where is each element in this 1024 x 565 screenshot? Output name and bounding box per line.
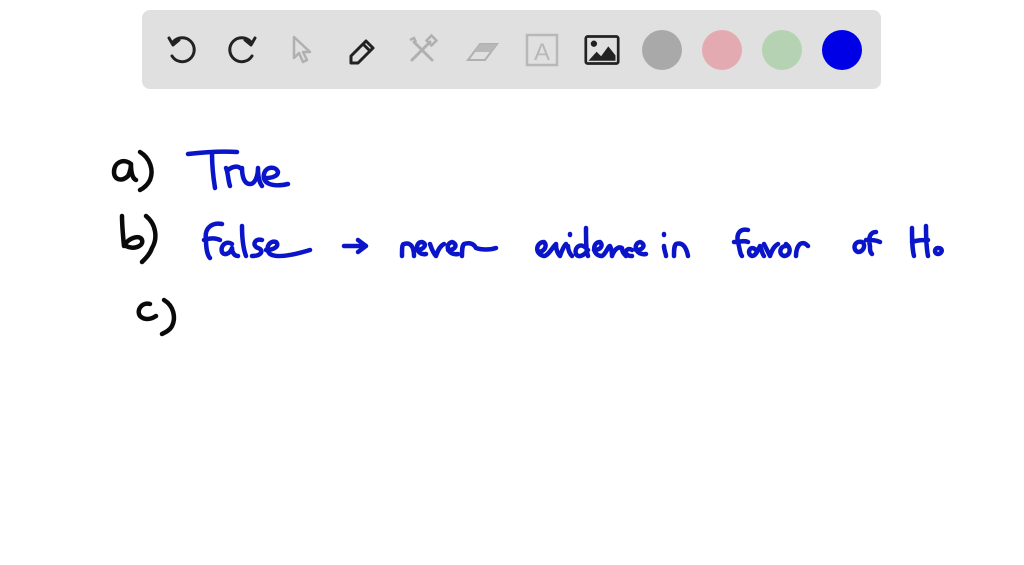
svg-text:A: A	[534, 39, 550, 66]
undo-icon	[167, 36, 196, 64]
color-swatch-green[interactable]	[762, 30, 802, 70]
undo-button[interactable]	[162, 30, 202, 70]
text-box-icon: A	[525, 33, 559, 67]
handwritten-label-c	[136, 297, 177, 337]
text-tool-button[interactable]: A	[522, 30, 562, 70]
drawing-canvas[interactable]: a) True b) False → never evidence in fav…	[0, 100, 1024, 560]
pen-tool-button[interactable]	[342, 30, 382, 70]
color-swatch-pink[interactable]	[702, 30, 742, 70]
handwriting-layer	[111, 149, 944, 337]
select-tool-button[interactable]	[282, 30, 322, 70]
redo-icon	[228, 36, 257, 64]
eraser-icon	[466, 43, 499, 61]
handwritten-answer-a-true	[185, 149, 291, 191]
handwritten-answer-b	[201, 221, 944, 261]
handwritten-label-b	[119, 213, 158, 265]
color-swatch-blue[interactable]	[822, 30, 862, 70]
wrench-hammer-icon	[409, 33, 439, 62]
pointer-icon	[292, 35, 312, 64]
shapes-tool-button[interactable]	[402, 30, 442, 70]
pencil-icon	[349, 39, 375, 65]
drawing-toolbar: A	[142, 10, 881, 89]
redo-button[interactable]	[222, 30, 262, 70]
insert-image-button[interactable]	[582, 30, 622, 70]
eraser-tool-button[interactable]	[462, 30, 502, 70]
handwritten-label-a	[111, 149, 154, 193]
image-icon	[584, 35, 620, 65]
color-swatch-gray[interactable]	[642, 30, 682, 70]
